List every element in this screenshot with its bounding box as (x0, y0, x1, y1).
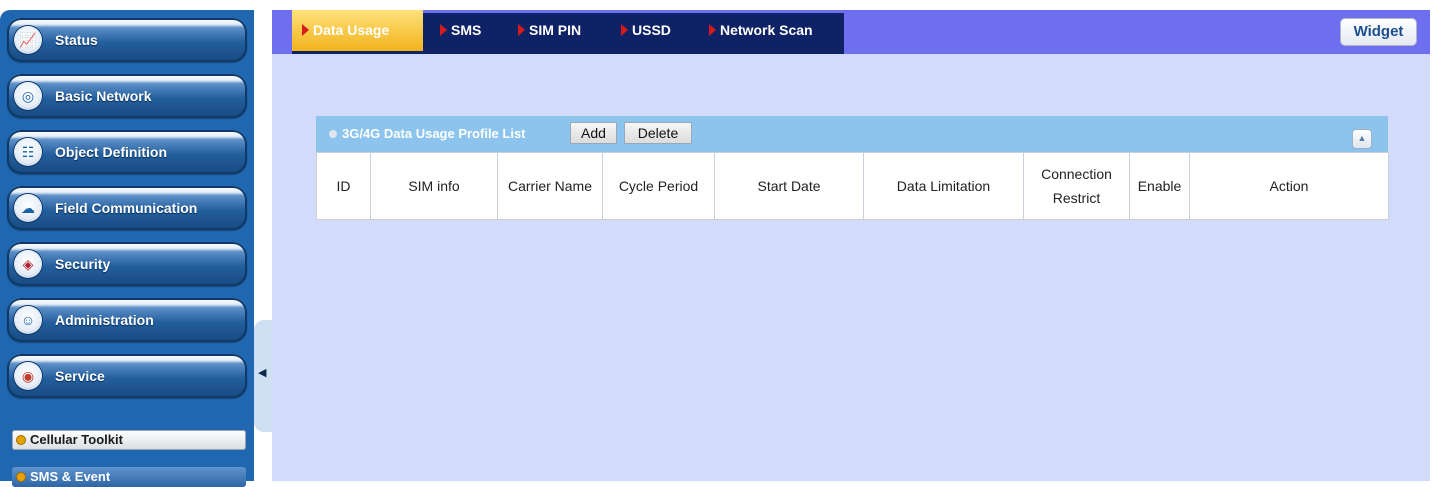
column-header: Data Limitation (863, 152, 1024, 220)
data-usage-profile-panel: 3G/4G Data Usage Profile List Add Delete… (316, 116, 1389, 220)
arrow-right-icon (518, 24, 525, 37)
shield-icon: ◈ (14, 250, 42, 278)
admin-icon: ☺ (14, 306, 42, 334)
chevron-up-icon: ▲ (1357, 133, 1367, 143)
column-header: Enable (1129, 152, 1190, 220)
arrow-right-icon (621, 24, 628, 37)
bullet-icon (16, 471, 26, 482)
nav-object-definition[interactable]: ☷ Object Definition (7, 130, 247, 174)
widget-button[interactable]: Widget (1340, 18, 1417, 46)
tab-sim-pin[interactable]: SIM PIN (518, 10, 581, 51)
bullet-icon (16, 434, 26, 445)
add-button[interactable]: Add (570, 122, 617, 144)
arrow-right-icon (302, 24, 309, 37)
nav-field-communication[interactable]: ☁ Field Communication (7, 186, 247, 230)
nav-status[interactable]: 📈 Status (7, 18, 247, 62)
nav-label: Security (55, 256, 111, 272)
arrow-right-icon (709, 24, 716, 37)
sidebar: 📈 Status ◎ Basic Network ☷ Object Defini… (0, 10, 254, 487)
subnav-label: Cellular Toolkit (30, 432, 123, 447)
profile-table: ID SIM info Carrier Name Cycle Period St… (316, 152, 1389, 220)
nav-label: Administration (55, 312, 154, 328)
nav-label: Object Definition (55, 144, 167, 160)
column-header: Carrier Name (497, 152, 603, 220)
column-header: Cycle Period (602, 152, 715, 220)
tab-label: Data Usage (313, 22, 390, 38)
tab-sms[interactable]: SMS (440, 10, 481, 51)
column-header: Start Date (714, 152, 864, 220)
tab-label: Network Scan (720, 22, 813, 38)
column-header: SIM info (370, 152, 498, 220)
tab-label: SIM PIN (529, 22, 582, 38)
tab-label: SMS (451, 22, 482, 38)
globe-icon: ◎ (14, 82, 42, 110)
subnav-cellular-toolkit[interactable]: Cellular Toolkit (12, 430, 246, 450)
panel-header: 3G/4G Data Usage Profile List Add Delete… (316, 116, 1388, 152)
service-icon: ◉ (14, 362, 42, 390)
nav-basic-network[interactable]: ◎ Basic Network (7, 74, 247, 118)
sidebar-collapse-toggle[interactable]: ◀ (254, 320, 272, 432)
nav-label: Basic Network (55, 88, 152, 104)
panel-title: 3G/4G Data Usage Profile List (329, 126, 526, 141)
column-header: Connection Restrict (1023, 152, 1130, 220)
main-content: Data Usage SMS SIM PIN USSD Network Scan… (272, 10, 1430, 481)
subnav-label: SMS & Event (30, 469, 111, 484)
tab-label: USSD (632, 22, 671, 38)
tab-bar: Data Usage SMS SIM PIN USSD Network Scan… (272, 10, 1430, 54)
nav-label: Service (55, 368, 105, 384)
chevron-left-icon: ◀ (258, 367, 267, 379)
nav-service[interactable]: ◉ Service (7, 354, 247, 398)
tab-ussd[interactable]: USSD (621, 10, 671, 51)
tab-network-scan[interactable]: Network Scan (709, 10, 813, 51)
column-header: ID (316, 152, 371, 220)
subnav-sms-event[interactable]: SMS & Event (12, 467, 246, 487)
column-header: Action (1189, 152, 1389, 220)
collapse-panel-button[interactable]: ▲ (1352, 129, 1372, 149)
nav-label: Status (55, 32, 98, 48)
table-header-row: ID SIM info Carrier Name Cycle Period St… (316, 152, 1389, 220)
network-icon: ☷ (14, 138, 42, 166)
arrow-right-icon (440, 24, 447, 37)
tab-data-usage[interactable]: Data Usage (292, 10, 423, 51)
delete-button[interactable]: Delete (624, 122, 692, 144)
chart-icon: 📈 (14, 26, 42, 54)
bullet-icon (329, 129, 337, 138)
nav-administration[interactable]: ☺ Administration (7, 298, 247, 342)
nav-security[interactable]: ◈ Security (7, 242, 247, 286)
field-comm-icon: ☁ (14, 194, 42, 222)
panel-title-text: 3G/4G Data Usage Profile List (342, 126, 526, 141)
nav-label: Field Communication (55, 200, 198, 216)
